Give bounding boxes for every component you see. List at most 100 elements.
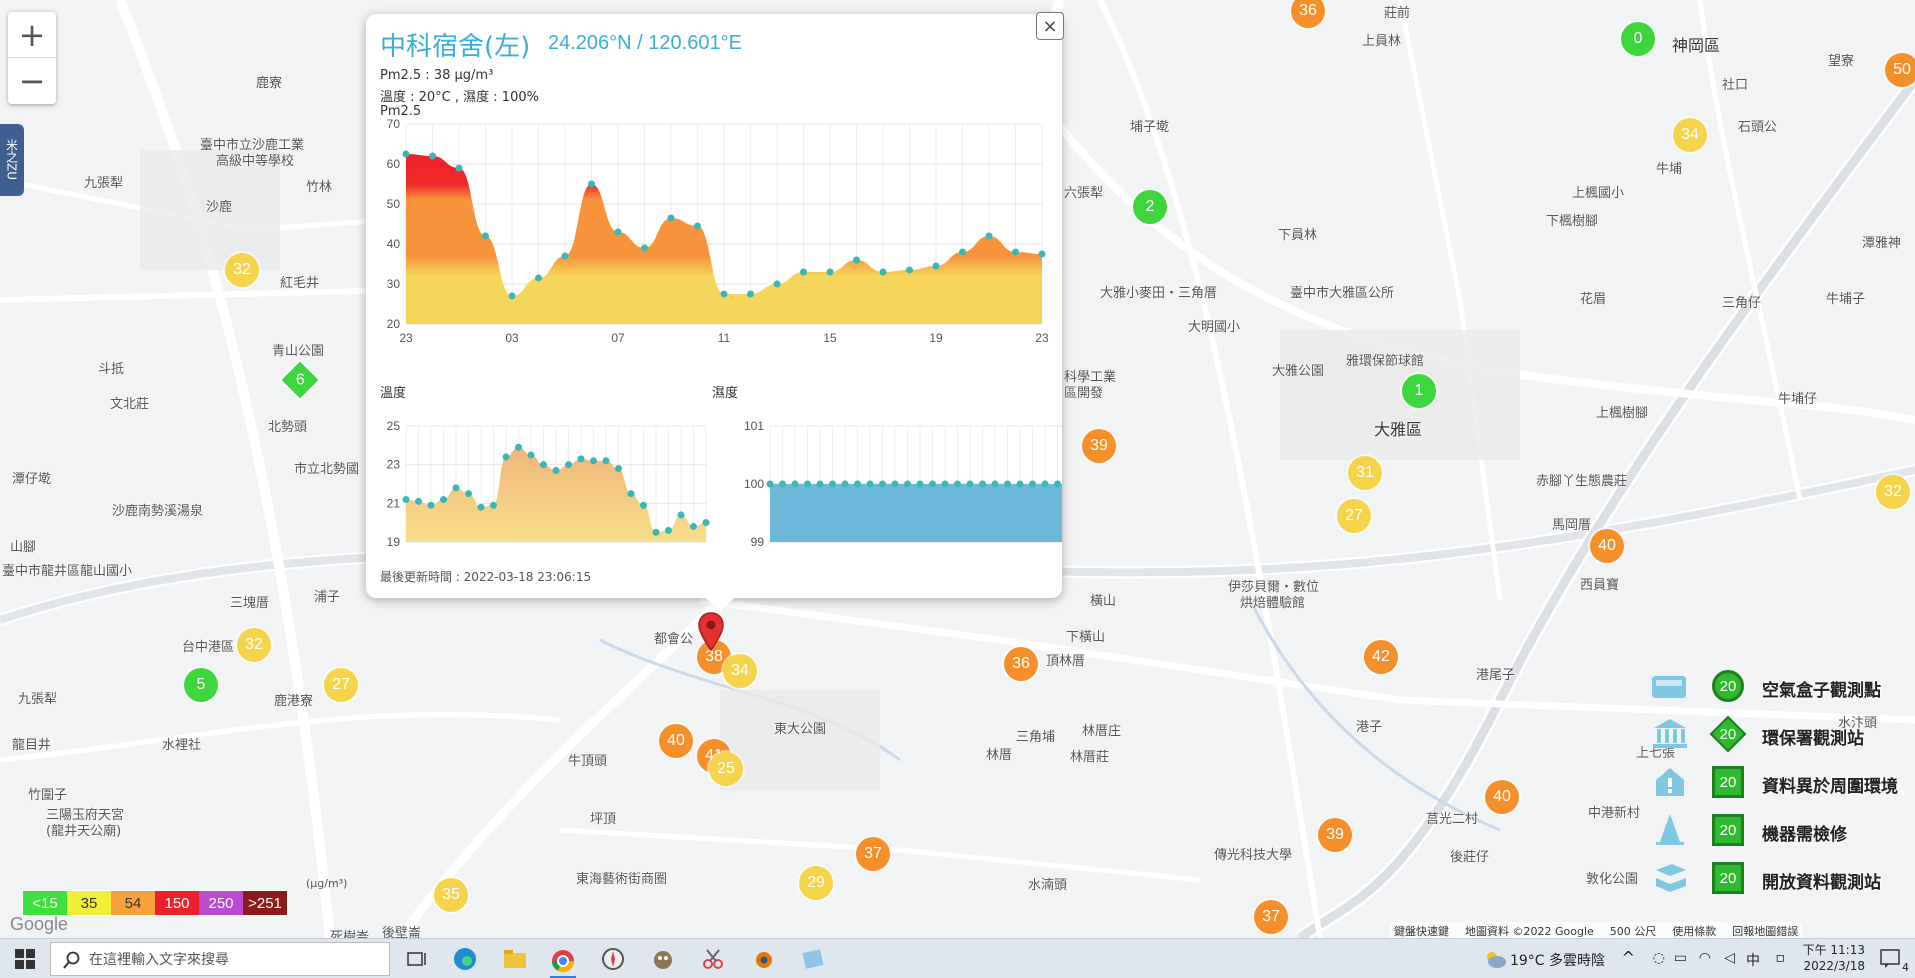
legend-badge-value: 20 bbox=[1719, 773, 1737, 791]
chevron-up-icon[interactable]: ^ bbox=[1622, 948, 1635, 967]
data-point bbox=[427, 501, 435, 509]
data-point bbox=[1004, 480, 1011, 488]
place-label: 台中港區 bbox=[182, 640, 235, 655]
station-marker[interactable]: 39 bbox=[1082, 429, 1116, 463]
network-icon[interactable]: ◌ bbox=[1653, 950, 1665, 966]
data-point bbox=[829, 480, 836, 488]
map-copyright: 地圖資料 ©2022 Google bbox=[1465, 925, 1594, 938]
map-pin-icon[interactable] bbox=[698, 612, 724, 652]
file-explorer-icon[interactable] bbox=[502, 946, 528, 972]
x-tick-label: 15 bbox=[823, 331, 837, 345]
station-marker[interactable]: 1 bbox=[1402, 374, 1436, 408]
station-marker[interactable]: 37 bbox=[1254, 900, 1288, 934]
legend-row: 20 環保署觀測站 bbox=[1650, 714, 1910, 754]
last-updated: 最後更新時間 : 2022-03-18 23:06:15 bbox=[380, 570, 592, 584]
compass-app-icon[interactable] bbox=[600, 946, 626, 972]
weather-icon[interactable] bbox=[1483, 949, 1507, 969]
battery-icon[interactable]: ▭ bbox=[1674, 950, 1687, 966]
data-point bbox=[991, 480, 999, 488]
weather-text[interactable]: 19°C 多雲時陰 bbox=[1510, 950, 1605, 970]
notification-icon[interactable] bbox=[1879, 949, 1903, 969]
station-marker[interactable]: 36 bbox=[1004, 647, 1038, 681]
data-point bbox=[791, 480, 799, 488]
data-point bbox=[627, 490, 635, 498]
y-tick-label: 60 bbox=[387, 157, 401, 171]
side-panel-tab[interactable]: 米之ZU bbox=[0, 124, 24, 196]
place-label: 青山公園 bbox=[272, 344, 325, 359]
clock-date[interactable]: 2022/3/18 bbox=[1803, 959, 1865, 973]
windows-start-icon[interactable] bbox=[12, 946, 38, 972]
place-label: 敦化公園 bbox=[1586, 872, 1639, 887]
place-label: 花眉 bbox=[1580, 292, 1607, 307]
map-scale[interactable]: 500 公尺 bbox=[1610, 923, 1657, 939]
station-marker[interactable]: 40 bbox=[1590, 529, 1624, 563]
place-label: 莊前 bbox=[1384, 6, 1411, 21]
station-marker[interactable]: 34 bbox=[1673, 118, 1707, 152]
x-tick-label: 07 bbox=[611, 331, 625, 345]
station-marker[interactable]: 27 bbox=[324, 668, 358, 702]
place-label: 上楓國小 bbox=[1572, 186, 1625, 201]
place-label: 沙鹿南勢溪湯泉 bbox=[112, 504, 204, 519]
ime-indicator[interactable]: 中 bbox=[1746, 950, 1760, 970]
task-view-icon[interactable] bbox=[404, 946, 430, 972]
station-marker[interactable]: 40 bbox=[659, 724, 693, 758]
station-marker[interactable]: 50 bbox=[1885, 53, 1915, 87]
station-marker[interactable]: 5 bbox=[184, 668, 218, 702]
data-point bbox=[954, 480, 961, 488]
marker-value: 40 bbox=[1598, 537, 1616, 554]
report-link[interactable]: 回報地圖錯誤 bbox=[1732, 923, 1798, 939]
chrome-browser-icon[interactable] bbox=[550, 946, 576, 978]
notes-app-icon[interactable] bbox=[800, 946, 826, 972]
station-marker[interactable]: 0 bbox=[1621, 22, 1655, 56]
station-marker[interactable]: 32 bbox=[225, 253, 259, 287]
data-stack-icon bbox=[1650, 860, 1690, 896]
place-label: 大雅小麥田・三角厝 bbox=[1100, 286, 1218, 301]
taskbar-search-input[interactable]: 在這裡輸入文字來搜尋 bbox=[50, 942, 390, 976]
place-label: 下楓樹腳 bbox=[1546, 214, 1599, 229]
station-marker[interactable]: 34 bbox=[723, 654, 757, 688]
gimp-app-icon[interactable] bbox=[650, 946, 676, 972]
place-label: 浦子 bbox=[314, 590, 341, 605]
snipping-tool-icon[interactable] bbox=[700, 946, 726, 972]
zoom-in-button[interactable]: + bbox=[8, 12, 56, 58]
ime-mode-icon[interactable]: ▫ bbox=[1776, 950, 1786, 966]
station-marker[interactable]: 31 bbox=[1348, 456, 1382, 490]
edge-browser-icon[interactable] bbox=[452, 946, 478, 972]
place-label: 莒光二村 bbox=[1426, 812, 1479, 827]
place-label: 馬岡厝 bbox=[1552, 518, 1592, 533]
clock-time[interactable]: 下午 11:13 bbox=[1803, 941, 1865, 958]
cone-icon bbox=[1650, 812, 1690, 848]
search-icon bbox=[63, 951, 80, 969]
station-marker[interactable]: 32 bbox=[237, 628, 271, 662]
volume-icon[interactable]: ◁ bbox=[1724, 950, 1735, 966]
data-point bbox=[477, 503, 485, 511]
place-label: 傳光科技大學 bbox=[1214, 848, 1293, 863]
station-marker[interactable]: 32 bbox=[1876, 475, 1910, 509]
zoom-out-button[interactable]: − bbox=[8, 58, 56, 104]
station-marker[interactable]: 40 bbox=[1485, 780, 1519, 814]
station-marker[interactable]: 27 bbox=[1337, 499, 1371, 533]
station-marker[interactable]: 25 bbox=[709, 752, 743, 786]
station-marker[interactable]: 39 bbox=[1318, 818, 1352, 852]
station-marker[interactable]: 29 bbox=[799, 866, 833, 900]
station-marker[interactable]: 42 bbox=[1364, 640, 1398, 674]
station-marker[interactable]: 2 bbox=[1133, 190, 1167, 224]
place-label: 水裡社 bbox=[162, 738, 202, 753]
terms-link[interactable]: 使用條款 bbox=[1672, 923, 1716, 939]
data-point bbox=[1054, 480, 1061, 488]
y-tick-label: 70 bbox=[387, 118, 401, 131]
wifi-icon[interactable]: ◠ bbox=[1699, 950, 1711, 966]
pm-chart-label: Pm2.5 bbox=[380, 104, 422, 119]
station-marker[interactable]: 35 bbox=[434, 878, 468, 912]
station-marker[interactable]: 37 bbox=[856, 837, 890, 871]
keyboard-shortcuts-link[interactable]: 鍵盤快速鍵 bbox=[1394, 923, 1449, 939]
data-point bbox=[1041, 480, 1049, 488]
legend-badge: 20 bbox=[1712, 814, 1744, 846]
close-button[interactable]: × bbox=[1036, 12, 1064, 40]
data-point bbox=[588, 180, 595, 188]
legend-row: 20 資料異於周圍環境 bbox=[1650, 762, 1910, 802]
data-point bbox=[1029, 480, 1036, 488]
data-point bbox=[1012, 248, 1019, 256]
data-point bbox=[720, 290, 728, 298]
blender-app-icon[interactable] bbox=[750, 946, 776, 972]
